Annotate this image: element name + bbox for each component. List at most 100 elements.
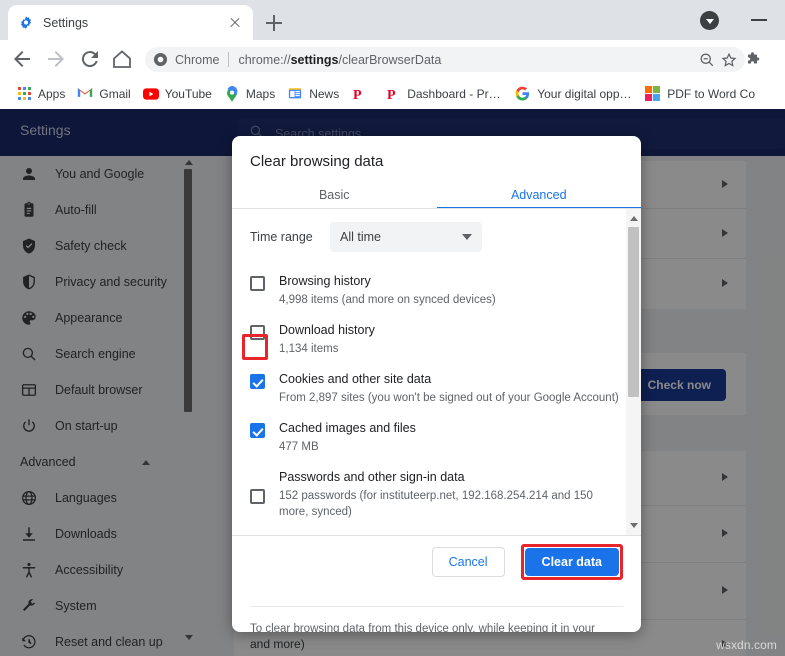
zoom-out-icon[interactable] (697, 50, 717, 70)
check-now-button[interactable]: Check now (633, 369, 726, 401)
profile-avatar[interactable] (700, 11, 719, 30)
scroll-up-icon[interactable] (630, 216, 638, 221)
gmail-icon (77, 86, 93, 102)
scrollbar-thumb[interactable] (628, 227, 639, 397)
browser-window-icon (20, 381, 38, 399)
item-subtitle: From 2,897 sites (you won't be signed ou… (279, 390, 623, 406)
omnibox[interactable]: Chrome chrome://settings/clearBrowserDat… (145, 47, 745, 72)
browser-window: Settings Chrome (0, 0, 785, 656)
list-item[interactable]: Cookies and other site data From 2,897 s… (232, 364, 641, 413)
sidebar-item-languages[interactable]: Languages (0, 480, 180, 516)
list-item[interactable]: Browsing history 4,998 items (and more o… (232, 266, 641, 315)
dialog-footer: To clear browsing data from this device … (232, 606, 641, 632)
tab-strip: Settings (0, 0, 785, 40)
bookmark-label: Apps (38, 87, 65, 101)
forward-button[interactable] (44, 47, 68, 71)
dialog-scrollbar[interactable] (626, 209, 641, 535)
item-title: Cached images and files (279, 420, 623, 437)
minimize-button[interactable] (751, 19, 767, 21)
clear-data-button[interactable]: Clear data (525, 548, 619, 576)
scroll-down-icon[interactable] (630, 523, 638, 528)
checkbox-cookies-and-other-site-data[interactable] (250, 374, 265, 389)
tab-title: Settings (43, 16, 227, 30)
sidebar-label: Downloads (55, 527, 117, 541)
sidebar-item-safety-check[interactable]: Safety check (0, 228, 180, 264)
bookmark-gmail[interactable]: Gmail (71, 82, 136, 106)
url-bold: settings (291, 53, 339, 67)
bookmark-dashboard[interactable]: P Dashboard - ProSe... (379, 82, 509, 106)
sidebar-item-reset-and-clean-up[interactable]: Reset and clean up (0, 624, 180, 656)
browser-tab[interactable]: Settings (8, 5, 253, 40)
sidebar-group-advanced[interactable]: Advanced (0, 444, 162, 480)
home-button[interactable] (110, 47, 134, 71)
scroll-up-icon[interactable] (185, 160, 193, 165)
list-item[interactable]: Cached images and files 477 MB (232, 413, 641, 462)
sidebar-item-appearance[interactable]: Appearance (0, 300, 180, 336)
tab-advanced[interactable]: Advanced (437, 181, 642, 209)
list-item[interactable]: Download history 1,134 items (232, 315, 641, 364)
svg-text:P: P (387, 88, 396, 102)
item-title: Browsing history (279, 273, 623, 290)
bookmark-label: PDF to Word Co (667, 87, 755, 101)
sidebar-label: Privacy and security (55, 275, 167, 289)
settings-sidebar: You and Google Auto-fill Safety check Pr… (0, 156, 180, 656)
clipboard-icon (20, 201, 38, 219)
cookies-checkbox-highlight (242, 334, 268, 360)
accessibility-icon (20, 561, 38, 579)
bookmark-label: Gmail (99, 87, 130, 101)
bookmark-star-icon[interactable] (719, 50, 739, 70)
back-button[interactable] (10, 47, 34, 71)
footer-text: To clear browsing data from this device … (250, 620, 612, 632)
close-icon[interactable] (227, 15, 243, 31)
sidebar-label: Accessibility (55, 563, 123, 577)
search-icon (20, 345, 38, 363)
sidebar-item-accessibility[interactable]: Accessibility (0, 552, 180, 588)
checkbox-passwords-and-other-sign-in-data[interactable] (250, 489, 265, 504)
pinterest-icon: P (385, 86, 401, 102)
chevron-down-icon (706, 19, 714, 24)
time-range-select[interactable]: All time (330, 222, 482, 252)
reload-button[interactable] (78, 47, 102, 71)
scrollbar-thumb[interactable] (184, 169, 192, 412)
new-tab-button[interactable] (262, 11, 286, 35)
extensions-puzzle-icon[interactable] (745, 50, 763, 68)
item-title: Download history (279, 322, 623, 339)
scroll-down-icon[interactable] (185, 635, 193, 640)
sidebar-item-you-and-google[interactable]: You and Google (0, 156, 180, 192)
sidebar-item-search-engine[interactable]: Search engine (0, 336, 180, 372)
dialog-title: Clear browsing data (250, 153, 383, 170)
checkbox-cached-images-and-files[interactable] (250, 423, 265, 438)
sidebar-label: On start-up (55, 419, 118, 433)
watermark: wsxdn.com (716, 638, 777, 652)
bookmark-pdf-to-word[interactable]: PDF to Word Co (639, 82, 761, 106)
bookmark-pinterest-1[interactable]: P (345, 82, 379, 106)
item-title: Passwords and other sign-in data (279, 469, 623, 486)
sidebar-label: Safety check (55, 239, 127, 253)
time-range-value: All time (340, 230, 381, 244)
bookmark-news[interactable]: News (281, 82, 345, 106)
bookmark-apps[interactable]: Apps (10, 82, 71, 106)
bookmark-youtube[interactable]: YouTube (137, 82, 218, 106)
sidebar-item-default-browser[interactable]: Default browser (0, 372, 180, 408)
sidebar-scrollbar[interactable] (183, 156, 194, 656)
sidebar-label: Reset and clean up (55, 635, 163, 649)
list-item[interactable]: Passwords and other sign-in data 152 pas… (232, 462, 641, 527)
checkbox-browsing-history[interactable] (250, 276, 265, 291)
tab-basic[interactable]: Basic (232, 181, 437, 209)
sidebar-item-auto-fill[interactable]: Auto-fill (0, 192, 180, 228)
apps-grid-icon (16, 86, 32, 102)
bookmark-maps[interactable]: Maps (218, 82, 281, 106)
download-icon (20, 525, 38, 543)
chevron-down-icon (462, 234, 472, 240)
sidebar-item-on-start-up[interactable]: On start-up (0, 408, 180, 444)
bookmark-your-digital-opportunity[interactable]: Your digital opport... (509, 82, 639, 106)
sidebar-item-system[interactable]: System (0, 588, 180, 624)
sidebar-item-privacy-and-security[interactable]: Privacy and security (0, 264, 180, 300)
sidebar-label: Languages (55, 491, 117, 505)
chevron-right-icon (722, 229, 728, 237)
gear-icon (18, 15, 34, 31)
cancel-button[interactable]: Cancel (432, 547, 505, 577)
url-suffix: /clearBrowserData (339, 53, 442, 67)
sidebar-label: Search engine (55, 347, 136, 361)
sidebar-item-downloads[interactable]: Downloads (0, 516, 180, 552)
